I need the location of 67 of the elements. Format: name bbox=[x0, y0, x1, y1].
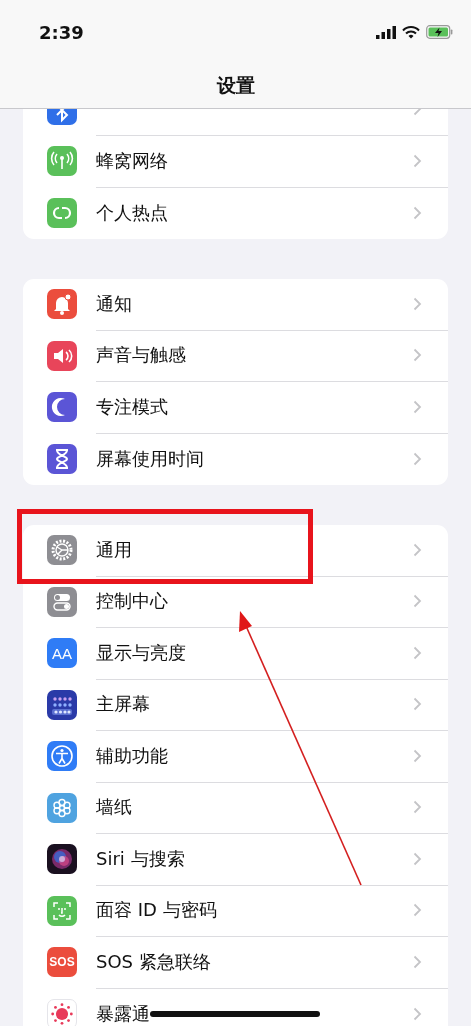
flower-icon bbox=[47, 792, 77, 823]
row-label: SOS 紧急联络 bbox=[96, 949, 211, 974]
settings-row[interactable]: 暴露通 bbox=[96, 988, 448, 1026]
settings-row[interactable]: 通用 bbox=[96, 524, 448, 577]
chevron-icon bbox=[413, 594, 422, 609]
speaker-icon bbox=[47, 340, 77, 371]
settings-row[interactable]: 屏幕使用时间 bbox=[96, 433, 448, 485]
row-label: 面容 ID 与密码 bbox=[96, 898, 217, 923]
settings-row[interactable]: Siri 与搜索 bbox=[96, 833, 448, 886]
sos-icon: SOS bbox=[47, 947, 77, 978]
chevron-icon bbox=[413, 451, 422, 466]
settings-row[interactable]: 声音与触感 bbox=[96, 329, 448, 382]
battery-charging-icon bbox=[426, 25, 453, 39]
accessibility-icon bbox=[47, 741, 77, 772]
row-label: 控制中心 bbox=[96, 589, 168, 614]
settings-row[interactable]: 辅助功能 bbox=[96, 730, 448, 783]
row-label: 显示与亮度 bbox=[96, 640, 186, 665]
chain-icon bbox=[47, 197, 77, 228]
wifi-icon bbox=[402, 25, 420, 39]
chevron-icon bbox=[413, 800, 422, 815]
settings-row[interactable]: 显示与亮度 bbox=[96, 627, 448, 680]
chevron-icon bbox=[413, 954, 422, 969]
chevron-icon bbox=[413, 348, 422, 363]
antenna-icon bbox=[47, 146, 77, 177]
settings-icon bbox=[47, 535, 77, 566]
toggles-icon bbox=[47, 586, 77, 617]
chevron-icon bbox=[413, 542, 422, 557]
text-size-icon: AA bbox=[47, 638, 77, 669]
chevron-icon bbox=[413, 153, 422, 168]
row-label: 通知 bbox=[96, 291, 132, 316]
chevron-icon bbox=[413, 1006, 422, 1021]
row-label: 个人热点 bbox=[96, 200, 168, 225]
row-label: 墙纸 bbox=[96, 795, 132, 820]
row-label: 通用 bbox=[96, 537, 132, 562]
page-title: 设置 bbox=[216, 73, 255, 98]
app-grid-icon bbox=[47, 689, 77, 720]
settings-row[interactable]: 蜂窝网络 bbox=[96, 135, 448, 188]
chevron-icon bbox=[413, 851, 422, 866]
settings-row[interactable]: SOS 紧急联络 bbox=[96, 936, 448, 989]
chevron-icon bbox=[413, 399, 422, 414]
settings-row[interactable]: 通知 bbox=[96, 278, 448, 331]
chevron-icon bbox=[413, 205, 422, 220]
chevron-icon bbox=[413, 296, 422, 311]
row-label: 辅助功能 bbox=[96, 743, 168, 768]
settings-row[interactable]: 专注模式 bbox=[96, 381, 448, 434]
row-label: 蜂窝网络 bbox=[96, 148, 168, 173]
bell-icon bbox=[47, 289, 77, 320]
row-label: Siri 与搜索 bbox=[96, 846, 185, 871]
row-label: 主屏幕 bbox=[96, 692, 150, 717]
signal-icon bbox=[376, 25, 396, 39]
chevron-icon bbox=[413, 903, 422, 918]
row-label: 屏幕使用时间 bbox=[96, 446, 204, 471]
settings-row[interactable]: 墙纸 bbox=[96, 781, 448, 834]
settings-row[interactable]: 个人热点 bbox=[96, 187, 448, 239]
orb-icon bbox=[47, 844, 77, 875]
row-label: 专注模式 bbox=[96, 394, 168, 419]
chevron-icon bbox=[413, 645, 422, 660]
settings-row[interactable]: 主屏幕 bbox=[96, 678, 448, 731]
face-scan-icon bbox=[47, 895, 77, 926]
chevron-icon bbox=[413, 748, 422, 763]
hourglass-icon bbox=[47, 443, 77, 474]
row-label: 声音与触感 bbox=[96, 343, 186, 368]
settings-row[interactable]: 面容 ID 与密码 bbox=[96, 884, 448, 937]
moon-icon bbox=[47, 392, 77, 423]
row-label: 暴露通 bbox=[96, 1001, 150, 1026]
status-time: 2:39 bbox=[39, 21, 84, 43]
chevron-icon bbox=[413, 697, 422, 712]
